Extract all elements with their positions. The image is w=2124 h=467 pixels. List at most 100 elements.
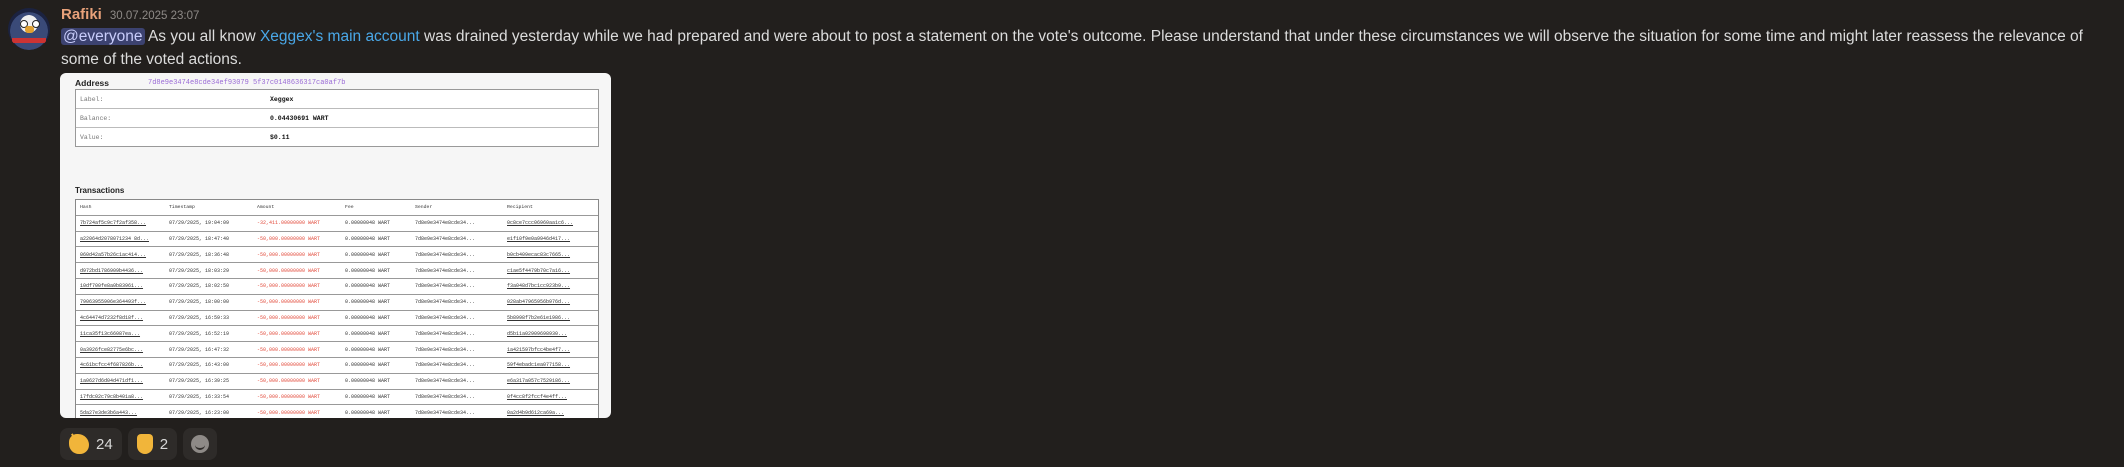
- author-name[interactable]: Rafiki: [61, 6, 102, 23]
- tx-recipient[interactable]: 0f4cc8f2fccf4e4ff...: [507, 394, 595, 400]
- clapping-hands-icon: [69, 434, 89, 454]
- transaction-row: 060d42a57b26c1ac414... 07/29/2025, 18:36:…: [76, 247, 598, 264]
- tx-fee: 0.00000048 WART: [345, 283, 391, 290]
- tx-recipient[interactable]: e6a317a057c7529186...: [507, 378, 595, 384]
- tx-fee: 0.00000048 WART: [345, 378, 391, 385]
- xeggex-account-link[interactable]: Xeggex's main account: [260, 28, 420, 45]
- message-timestamp: 30.07.2025 23:07: [109, 10, 200, 22]
- tx-hash[interactable]: d972bd1786909b4436...: [76, 268, 169, 274]
- tx-amount: -50,000.00000000 WART: [257, 393, 321, 400]
- add-reaction-button[interactable]: [183, 428, 218, 460]
- reaction-count: 2: [159, 435, 169, 453]
- message-text-part-1: As you all know: [144, 28, 260, 45]
- tx-hash[interactable]: 79063955906e364493f...: [76, 299, 169, 305]
- tx-hash[interactable]: 4c61bcfcc4f687826b...: [76, 362, 169, 368]
- tx-amount: -50,000.00000000 WART: [257, 362, 321, 369]
- tx-recipient[interactable]: d5b11a02909698930...: [507, 331, 595, 337]
- info-key: Label:: [80, 95, 104, 103]
- tx-hash[interactable]: 0a3926fce82775e6bc...: [76, 347, 169, 353]
- tx-hash[interactable]: a22064d2078071234 8d...: [76, 236, 169, 242]
- tx-fee: 0.00000048 WART: [345, 220, 391, 227]
- tx-timestamp: 07/29/2025, 18:00:00: [169, 299, 230, 306]
- tx-fee: 0.00000048 WART: [345, 299, 391, 306]
- tx-recipient[interactable]: 1a421597bfcc4be4f7...: [507, 347, 595, 353]
- tx-hash[interactable]: 5da27e3de3b6a443...: [76, 410, 169, 416]
- tx-hash[interactable]: 17fdc02c79c8b401a8...: [76, 394, 169, 400]
- tx-timestamp: 07/29/2025, 16:47:32: [169, 346, 230, 353]
- reaction-clapping-hands[interactable]: 24: [60, 428, 122, 460]
- tx-recipient[interactable]: c1ae5f4479b70c7a16...: [507, 268, 595, 274]
- tx-amount: -32,411.00000000 WART: [257, 220, 321, 227]
- transaction-row: a22064d2078071234 8d... 07/29/2025, 18:47…: [76, 232, 598, 248]
- transactions-header-row: Hash Timestamp Amount Fee Sender Recipie…: [76, 200, 598, 216]
- tx-amount: -50,000.00000000 WART: [257, 314, 321, 321]
- transactions-title: Transactions: [75, 186, 125, 195]
- tx-timestamp: 07/29/2025, 18:02:50: [169, 283, 230, 290]
- transaction-row: 7b724af5c9c7f2af358... 07/29/2025, 19:04:…: [76, 216, 598, 232]
- tx-fee: 0.00000048 WART: [345, 393, 391, 400]
- tx-fee: 0.00000048 WART: [345, 314, 391, 321]
- tx-fee: 0.00000048 WART: [345, 409, 391, 416]
- tx-amount: -50,000.00000000 WART: [257, 330, 321, 337]
- tx-sender: 7d8e9e3474e8cde34...: [415, 378, 476, 385]
- info-value: $0.11: [270, 133, 290, 141]
- message-content: @everyone As you all know Xeggex's main …: [61, 25, 2111, 71]
- tx-sender: 7d8e9e3474e8cde34...: [415, 251, 476, 258]
- transaction-row: 4c64474d7232f8d18f... 07/29/2025, 16:59:3…: [76, 311, 598, 327]
- tx-recipient[interactable]: 5b8998f7b2e61e1986...: [507, 315, 595, 321]
- transaction-row: 4c61bcfcc4f687826b... 07/29/2025, 16:43:0…: [76, 358, 598, 374]
- tx-recipient[interactable]: f3a048d7bc1cc923b9...: [507, 283, 595, 289]
- tx-hash[interactable]: 7b724af5c9c7f2af358...: [76, 220, 169, 226]
- tx-amount: -50,000.00000000 WART: [257, 378, 321, 385]
- tx-amount: -50,000.00000000 WART: [257, 235, 321, 242]
- column-header: Amount: [257, 204, 275, 210]
- tx-sender: 7d8e9e3474e8cde34...: [415, 346, 476, 353]
- info-key: Value:: [80, 133, 104, 141]
- tx-hash[interactable]: 11ca35f13c66087ea...: [76, 331, 169, 337]
- add-reaction-icon: [191, 435, 210, 453]
- tx-timestamp: 07/29/2025, 18:36:48: [169, 251, 230, 258]
- transactions-table: Hash Timestamp Amount Fee Sender Recipie…: [75, 199, 599, 418]
- chat-message: Rafiki 30.07.2025 23:07 @everyone As you…: [0, 0, 2124, 467]
- tx-timestamp: 07/29/2025, 16:52:19: [169, 330, 230, 337]
- tx-hash[interactable]: 4c64474d7232f8d18f...: [76, 315, 169, 321]
- tx-recipient[interactable]: 59f4ebadc1ea077158...: [507, 362, 595, 368]
- tx-recipient[interactable]: 028ab47965956b976d...: [507, 299, 595, 305]
- tx-sender: 7d8e9e3474e8cde34...: [415, 314, 476, 321]
- transaction-row: 10df700fe8a0b83961... 07/29/2025, 18:02:5…: [76, 279, 598, 295]
- tx-sender: 7d8e9e3474e8cde34...: [415, 393, 476, 400]
- tx-hash[interactable]: 10df700fe8a0b83961...: [76, 283, 169, 289]
- tx-timestamp: 07/29/2025, 19:04:09: [169, 220, 230, 227]
- tx-recipient[interactable]: e1f10f9e0a9946d417...: [507, 236, 595, 242]
- attached-screenshot[interactable]: Address 7d8e9e3474e8cde34ef93079 5f37c01…: [60, 73, 611, 418]
- column-header: Hash: [80, 204, 92, 210]
- reaction-thumbs-down[interactable]: 2: [127, 428, 178, 460]
- author-avatar[interactable]: [8, 8, 50, 50]
- column-header: Sender: [415, 204, 433, 210]
- address-info-row: Value: $0.11: [76, 128, 598, 146]
- tx-recipient[interactable]: 0a2d4b9d612ca69a...: [507, 410, 595, 416]
- transaction-row: 1a0627d6d04d471df1... 07/29/2025, 16:39:2…: [76, 374, 598, 390]
- tx-fee: 0.00000048 WART: [345, 267, 391, 274]
- tx-recipient[interactable]: 0c8ce7ccc06960aa1c6...: [507, 220, 595, 226]
- tx-timestamp: 07/29/2025, 18:47:40: [169, 235, 230, 242]
- transaction-row: 0a3926fce82775e6bc... 07/29/2025, 16:47:3…: [76, 342, 598, 358]
- tx-timestamp: 07/29/2025, 16:33:54: [169, 393, 230, 400]
- tx-timestamp: 07/29/2025, 16:59:33: [169, 314, 230, 321]
- tx-hash[interactable]: 1a0627d6d04d471df1...: [76, 378, 169, 384]
- tx-sender: 7d8e9e3474e8cde34...: [415, 267, 476, 274]
- tx-amount: -50,000.00000000 WART: [257, 299, 321, 306]
- tx-hash[interactable]: 060d42a57b26c1ac414...: [76, 252, 169, 258]
- tx-recipient[interactable]: b0cb409ecac83c7665...: [507, 252, 595, 258]
- tx-sender: 7d8e9e3474e8cde34...: [415, 330, 476, 337]
- column-header: Recipient: [507, 204, 533, 210]
- address-info-row: Balance: 0.04430691 WART: [76, 109, 598, 128]
- tx-timestamp: 07/29/2025, 16:39:25: [169, 378, 230, 385]
- info-value: 0.04430691 WART: [270, 114, 329, 122]
- tx-fee: 0.00000048 WART: [345, 346, 391, 353]
- info-key: Balance:: [80, 114, 112, 122]
- tx-amount: -50,000.00000000 WART: [257, 409, 321, 416]
- tx-timestamp: 07/29/2025, 18:03:29: [169, 267, 230, 274]
- everyone-mention[interactable]: @everyone: [61, 28, 145, 45]
- thumbs-down-icon: [136, 434, 153, 454]
